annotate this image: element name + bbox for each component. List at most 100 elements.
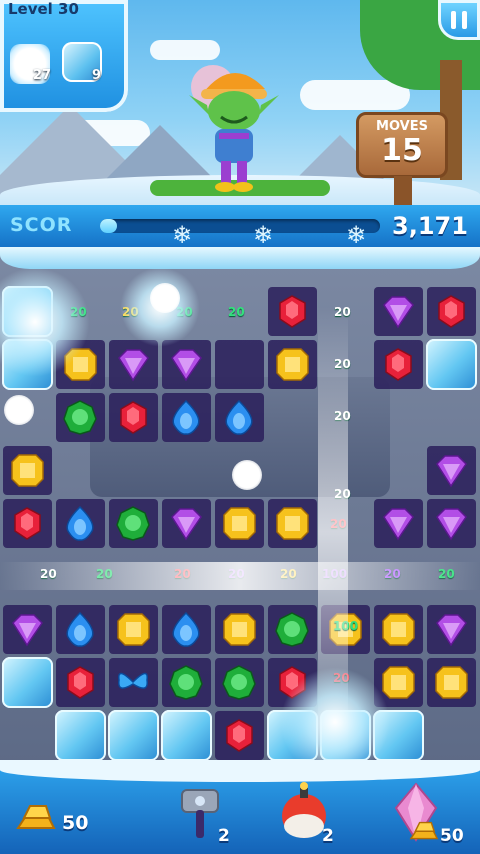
crystal-cost: 50 [440,826,464,846]
board-cell [266,391,319,444]
board-cell [372,391,425,444]
board-cell[interactable] [54,656,107,709]
board-cell[interactable] [213,497,266,550]
yellow-gem [117,613,150,646]
board-cell[interactable] [107,391,160,444]
board-cell[interactable] [425,285,478,338]
score-value: 3,171 [392,212,468,240]
yellow-gem [223,613,256,646]
blue-gem [66,505,94,541]
blue-gem [225,399,253,435]
yellow-gem [276,507,309,540]
board-cell[interactable] [107,656,160,709]
moves-label: MOVES [376,119,428,134]
board-cell[interactable] [266,603,319,656]
board-cell[interactable] [425,338,478,391]
board-cell[interactable] [425,444,478,497]
snowball-sprite [232,460,262,490]
yellow-gem [435,666,468,699]
board-cell [425,709,478,762]
board-cell [160,444,213,497]
score-progress-fill [100,219,117,233]
red-gem [226,719,253,752]
board-cell[interactable] [425,497,478,550]
purple-gem [436,508,467,541]
yellow-gem [223,507,256,540]
sign-post [394,176,412,206]
gold-bars-icon [409,821,439,840]
board-cell[interactable] [54,603,107,656]
board-cell [372,444,425,497]
level-label: Level 30 [8,0,79,18]
board-cell [213,338,266,391]
board-cell[interactable] [372,603,425,656]
board-cell[interactable] [213,709,266,762]
blue-gem [172,611,200,647]
board-cell[interactable] [213,391,266,444]
game-board: 2020202020202020202020202020100202010020 [0,247,480,777]
purple-gem [383,296,414,329]
pause-icon-bar [462,11,467,29]
snowball-sprite [4,395,34,425]
board-cell[interactable] [107,709,160,762]
green-gem [222,665,256,700]
ice-block [108,710,159,761]
star-icon-3: ❄ [346,221,367,249]
board-cell[interactable] [54,391,107,444]
red-gem [438,295,465,328]
snowball-sprite [150,283,180,313]
board-cell[interactable] [160,603,213,656]
purple-gem [436,455,467,488]
board-cell[interactable] [54,709,107,762]
light-beam-horizontal [0,562,480,590]
purple-gem [436,614,467,647]
board-cell[interactable] [372,285,425,338]
star-icon-2: ❄ [253,221,274,249]
board-cell[interactable] [425,656,478,709]
blue-gem [172,399,200,435]
yellow-gem [382,666,415,699]
board-cell[interactable] [1,656,54,709]
yellow-gem [276,348,309,381]
red-gem [120,401,147,434]
board-cell[interactable] [160,497,213,550]
purple-gem [12,614,43,647]
ice-block [426,339,477,390]
board-cell [107,444,160,497]
board-cell[interactable] [266,285,319,338]
board-cell[interactable] [160,656,213,709]
board-cell[interactable] [1,603,54,656]
board-cell[interactable] [54,497,107,550]
board-cell[interactable] [372,497,425,550]
board-cell[interactable] [107,603,160,656]
pause-button[interactable] [438,0,480,40]
purple-gem [171,508,202,541]
board-cell[interactable] [372,338,425,391]
purple-gem [118,349,149,382]
ice-block [2,657,53,708]
board-cell[interactable] [425,603,478,656]
pause-icon [451,11,456,29]
red-gem [67,666,94,699]
board-cell [266,444,319,497]
board-cell[interactable] [266,497,319,550]
board-cell[interactable] [107,497,160,550]
score-bar: SCOR ❄ ❄ ❄ 3,171 [0,205,480,247]
goal-count-snowball: 27 [33,68,52,83]
moves-value: 15 [381,133,423,168]
green-gem [275,612,309,647]
board-cell[interactable] [266,338,319,391]
score-label: SCOR [10,214,73,236]
blue-gem [66,611,94,647]
yellow-gem [11,454,44,487]
gold-count: 50 [62,812,89,834]
board-cell[interactable] [1,444,54,497]
purple-gem [171,349,202,382]
board-cell[interactable] [160,391,213,444]
board-cell[interactable] [213,656,266,709]
goal-count-ice: 9 [92,68,102,83]
board-cell[interactable] [160,709,213,762]
board-cell[interactable] [213,603,266,656]
points-popup: 20 [228,305,245,319]
board-cell[interactable] [1,497,54,550]
